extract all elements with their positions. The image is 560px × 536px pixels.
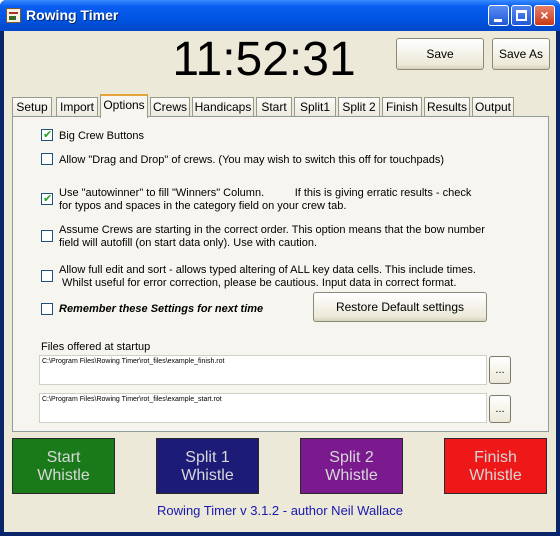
remember-settings-checkbox[interactable]: [41, 303, 53, 315]
finish-whistle-button[interactable]: Finish Whistle: [444, 438, 547, 494]
browse-start-file-button[interactable]: ...: [489, 395, 511, 423]
title-bar[interactable]: Rowing Timer ×: [0, 0, 560, 31]
autowinner-label-line1: Use "autowinner" to fill "Winners" Colum…: [59, 187, 472, 199]
restore-defaults-button[interactable]: Restore Default settings: [313, 292, 487, 322]
assume-crews-label-line2: field will autofill (on start data only)…: [59, 237, 318, 249]
finish-whistle-label-line2: Whistle: [469, 467, 522, 484]
clock-display: 11:52:31: [172, 33, 356, 86]
browse-finish-file-button[interactable]: ...: [489, 356, 511, 384]
finish-whistle-label-line1: Finish: [474, 449, 517, 466]
start-file-path-field[interactable]: C:\Program Files\Rowing Timer\rot_files\…: [39, 393, 487, 423]
save-button[interactable]: Save: [396, 38, 484, 70]
app-window: Rowing Timer × 11:52:31 Save Save As Set…: [0, 0, 560, 536]
full-edit-checkbox[interactable]: [41, 270, 53, 282]
start-whistle-label-line2: Whistle: [37, 467, 90, 484]
window-title: Rowing Timer: [26, 7, 119, 23]
tab-handicaps[interactable]: Handicaps: [192, 97, 254, 117]
big-crew-buttons-label: Big Crew Buttons: [59, 130, 144, 142]
tab-finish[interactable]: Finish: [382, 97, 422, 117]
drag-drop-label: Allow "Drag and Drop" of crews. (You may…: [59, 154, 445, 166]
split1-whistle-button[interactable]: Split 1 Whistle: [156, 438, 259, 494]
full-edit-label-line2: Whilst useful for error correction, plea…: [59, 277, 457, 289]
tab-results[interactable]: Results: [424, 97, 470, 117]
autowinner-checkbox[interactable]: ✔: [41, 192, 53, 205]
tab-import[interactable]: Import: [56, 97, 98, 117]
tab-options[interactable]: Options: [100, 94, 148, 118]
split2-whistle-label-line2: Whistle: [325, 467, 378, 484]
app-icon: [6, 8, 21, 23]
tab-split1[interactable]: Split1: [294, 97, 336, 117]
full-edit-label-line1: Allow full edit and sort - allows typed …: [59, 264, 476, 276]
close-icon: ×: [540, 7, 549, 23]
assume-crews-label-line1: Assume Crews are starting in the correct…: [59, 224, 485, 236]
drag-drop-checkbox[interactable]: [41, 153, 53, 165]
close-button[interactable]: ×: [534, 5, 555, 26]
check-icon: ✔: [43, 128, 53, 141]
tab-crews[interactable]: Crews: [150, 97, 190, 117]
minimize-button[interactable]: [488, 5, 509, 26]
remember-settings-label: Remember these Settings for next time: [59, 303, 264, 315]
split1-whistle-label-line1: Split 1: [185, 449, 230, 466]
save-as-button[interactable]: Save As: [492, 38, 550, 70]
finish-file-path-field[interactable]: C:\Program Files\Rowing Timer\rot_files\…: [39, 355, 487, 385]
maximize-button[interactable]: [511, 5, 532, 26]
minimize-icon: [494, 19, 502, 22]
split2-whistle-button[interactable]: Split 2 Whistle: [300, 438, 403, 494]
maximize-icon: [516, 10, 527, 21]
autowinner-label-line2: for typos and spaces in the category fie…: [59, 200, 347, 212]
tab-start[interactable]: Start: [256, 97, 292, 117]
tab-split2[interactable]: Split 2: [338, 97, 380, 117]
start-whistle-button[interactable]: Start Whistle: [12, 438, 115, 494]
tab-strip: Setup Import Options Crews Handicaps Sta…: [12, 94, 514, 118]
tab-output[interactable]: Output: [472, 97, 514, 117]
options-panel: ✔ Big Crew Buttons Allow "Drag and Drop"…: [12, 116, 549, 432]
files-offered-label: Files offered at startup: [41, 341, 151, 353]
split1-whistle-label-line2: Whistle: [181, 467, 234, 484]
window-client: 11:52:31 Save Save As Setup Import Optio…: [4, 31, 556, 532]
tab-setup[interactable]: Setup: [12, 97, 52, 117]
split2-whistle-label-line1: Split 2: [329, 449, 374, 466]
assume-crews-checkbox[interactable]: [41, 230, 53, 242]
check-icon: ✔: [43, 192, 53, 205]
start-whistle-label-line1: Start: [46, 449, 81, 466]
big-crew-buttons-checkbox[interactable]: ✔: [41, 128, 53, 141]
version-author-footer: Rowing Timer v 3.1.2 - author Neil Walla…: [157, 503, 403, 518]
